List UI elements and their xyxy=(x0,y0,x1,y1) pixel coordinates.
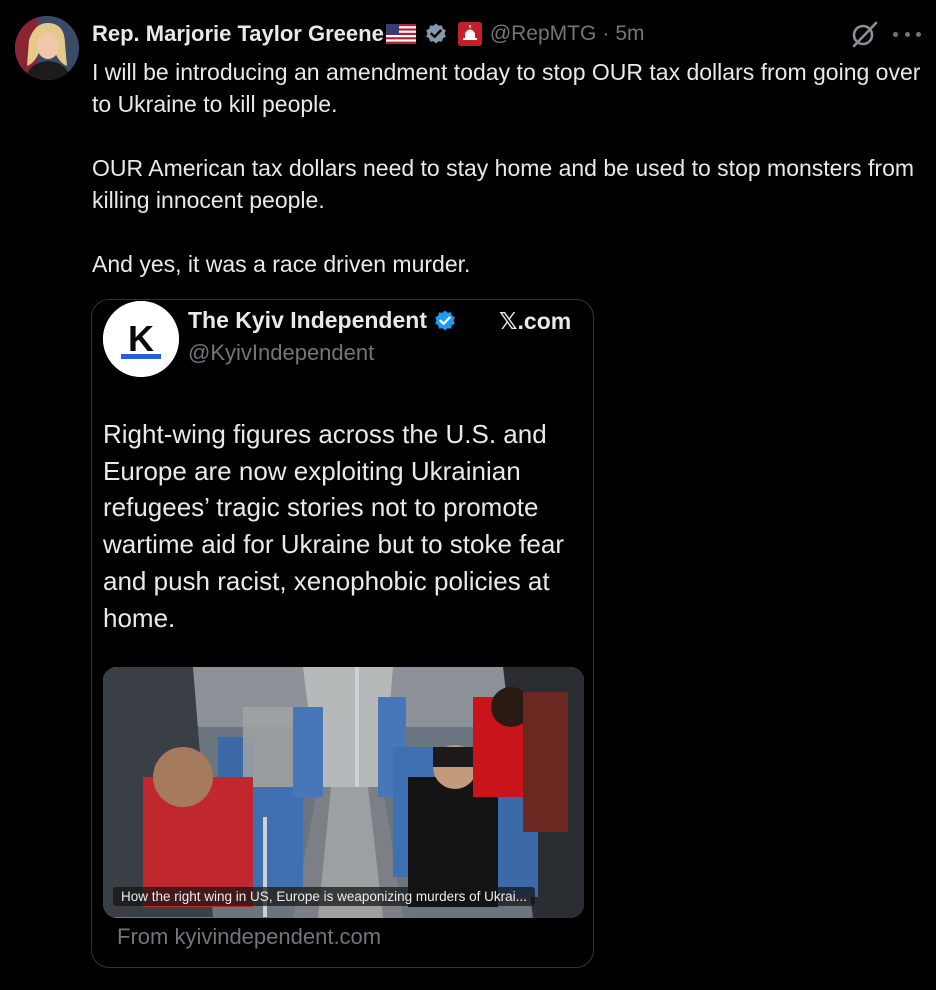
quoted-avatar[interactable]: K xyxy=(103,301,179,377)
video-thumbnail[interactable]: How the right wing in US, Europe is weap… xyxy=(103,667,584,918)
tweet-header: Rep. Marjorie Taylor Greene @RepMTG · 5m xyxy=(92,18,645,50)
tweet-paragraph: OUR American tax dollars need to stay ho… xyxy=(92,155,915,213)
separator-dot: · xyxy=(602,22,610,45)
more-icon[interactable] xyxy=(893,22,921,46)
us-flag-icon xyxy=(385,24,416,44)
quoted-site-label: 𝕏.com xyxy=(499,308,572,334)
author-avatar[interactable] xyxy=(15,16,79,80)
quoted-name[interactable]: The Kyiv Independent xyxy=(188,307,427,334)
tweet-text: I will be introducing an amendment today… xyxy=(92,56,922,280)
tweet-paragraph: And yes, it was a race driven murder. xyxy=(92,251,471,277)
link-source[interactable]: From kyivindependent.com xyxy=(117,924,381,950)
capitol-badge-icon[interactable] xyxy=(457,22,482,46)
verified-badge-icon xyxy=(433,309,457,333)
quoted-name-row: The Kyiv Independent xyxy=(188,307,457,334)
video-caption: How the right wing in US, Europe is weap… xyxy=(113,887,535,906)
quoted-card[interactable]: K The Kyiv Independent @KyivIndependent … xyxy=(91,299,594,968)
quoted-text: Right-wing figures across the U.S. and E… xyxy=(103,419,564,633)
verified-badge-icon[interactable] xyxy=(424,22,448,46)
quoted-handle[interactable]: @KyivIndependent xyxy=(188,340,374,366)
tweet-timestamp[interactable]: 5m xyxy=(615,22,644,46)
video-frame-image xyxy=(103,667,584,918)
quoted-avatar-letter: K xyxy=(128,318,154,359)
author-name[interactable]: Rep. Marjorie Taylor Greene xyxy=(92,21,384,47)
grok-icon[interactable] xyxy=(849,19,879,49)
tweet-paragraph: I will be introducing an amendment today… xyxy=(92,59,921,117)
author-handle[interactable]: @RepMTG xyxy=(490,22,597,46)
